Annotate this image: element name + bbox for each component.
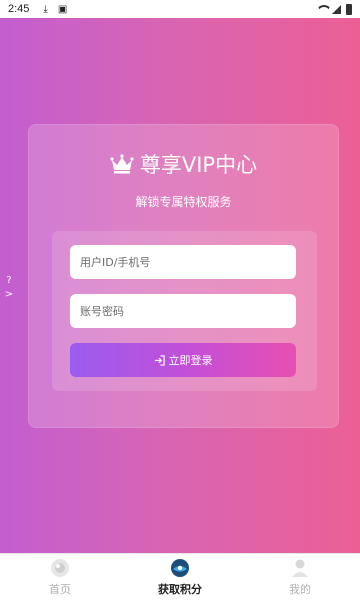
wifi-icon bbox=[317, 4, 327, 14]
nav-label-points: 获取积分 bbox=[158, 583, 202, 596]
nav-item-home[interactable]: 首页 bbox=[0, 554, 120, 600]
login-form: 立即登录 bbox=[52, 231, 317, 391]
login-button-label: 立即登录 bbox=[168, 354, 213, 367]
status-bar: 2:45 ⤓ ▣ bbox=[0, 0, 360, 18]
nav-label-profile: 我的 bbox=[289, 583, 311, 596]
nav-item-profile[interactable]: 我的 bbox=[240, 554, 360, 600]
bottom-nav: 首页 获取积分 我的 bbox=[0, 553, 360, 600]
login-icon bbox=[154, 354, 165, 366]
side-hint-tab[interactable]: ? > bbox=[4, 274, 14, 302]
chevron-right-icon: > bbox=[4, 289, 14, 300]
page-subtitle: 解锁专属特权服务 bbox=[135, 195, 232, 209]
points-icon bbox=[171, 559, 189, 577]
password-input[interactable] bbox=[70, 294, 296, 328]
battery-icon bbox=[346, 3, 352, 15]
login-button[interactable]: 立即登录 bbox=[70, 343, 296, 377]
status-indicators bbox=[317, 3, 352, 15]
status-time: 2:45 bbox=[8, 3, 30, 15]
vip-card: 尊享VIP中心 解锁专属特权服务 立即登录 bbox=[28, 124, 339, 428]
home-icon bbox=[51, 559, 69, 577]
app-notification-icon: ▣ bbox=[57, 3, 68, 15]
question-mark: ? bbox=[6, 275, 12, 286]
profile-icon bbox=[292, 559, 308, 577]
title-row: 尊享VIP中心 bbox=[29, 149, 338, 179]
user-id-input[interactable] bbox=[70, 245, 296, 279]
page-title: 尊享VIP中心 bbox=[139, 153, 258, 177]
crown-icon bbox=[110, 154, 134, 174]
nav-item-points[interactable]: 获取积分 bbox=[120, 554, 240, 600]
download-icon: ⤓ bbox=[43, 3, 48, 15]
nav-label-home: 首页 bbox=[49, 583, 71, 596]
signal-icon bbox=[332, 4, 341, 14]
